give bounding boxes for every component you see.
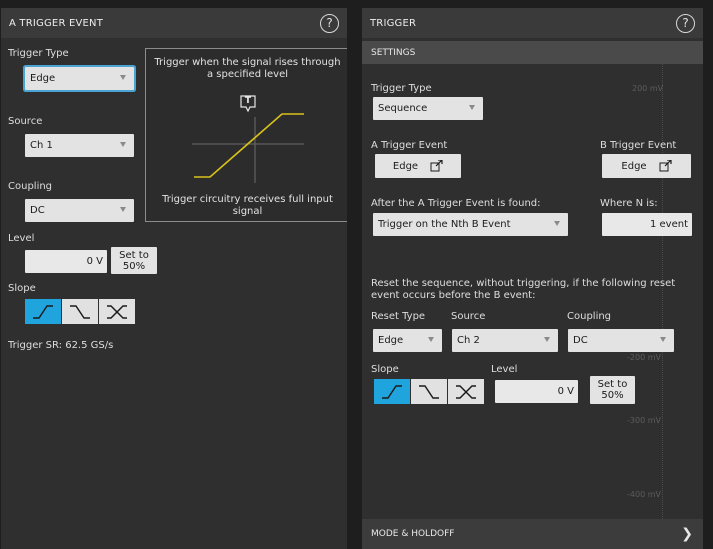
reset-source-label: Source [451, 311, 486, 322]
b-trigger-event-button[interactable]: Edge [602, 154, 691, 178]
panel-title: A TRIGGER EVENT [9, 17, 104, 29]
reset-type-value: Edge [378, 335, 404, 346]
a-trigger-event-value: Edge [392, 160, 419, 172]
mode-holdoff-section[interactable]: MODE & HOLDOFF ❯ [362, 519, 703, 549]
coupling-label: Coupling [8, 181, 53, 192]
level-label: Level [8, 233, 35, 244]
slope-selector [25, 299, 135, 324]
n-events-value: 1 event [649, 219, 688, 230]
falling-edge-icon[interactable] [62, 299, 98, 324]
help-icon[interactable]: ? [676, 13, 695, 33]
chevron-down-icon [660, 337, 666, 342]
source-label: Source [8, 116, 43, 127]
reset-type-label: Reset Type [371, 311, 426, 322]
chevron-down-icon [554, 221, 560, 226]
trigger-type-select[interactable]: Edge [25, 67, 134, 90]
rising-edge-icon[interactable] [25, 299, 61, 324]
trigger-type-select[interactable]: Sequence [373, 97, 483, 120]
reset-level-label: Level [491, 364, 518, 375]
level-value: 0 V [86, 256, 103, 267]
b-trigger-event-label: B Trigger Event [600, 140, 677, 151]
trigger-sample-rate: Trigger SR: 62.5 GS/s [8, 340, 114, 351]
reset-source-select[interactable]: Ch 2 [452, 329, 558, 352]
diagram-note: Trigger circuitry receives full input si… [162, 194, 333, 217]
rising-edge-icon[interactable] [374, 379, 410, 404]
b-event-condition-select[interactable]: Trigger on the Nth B Event [373, 213, 568, 236]
slope-label: Slope [8, 283, 36, 294]
scale-label: 200 mV [632, 84, 664, 93]
b-trigger-event-value: Edge [621, 160, 647, 172]
panel-header: A TRIGGER EVENT ? [1, 8, 347, 38]
chevron-right-icon: ❯ [681, 526, 693, 542]
a-trigger-event-button[interactable]: Edge [375, 154, 461, 178]
either-edge-icon[interactable] [99, 299, 135, 324]
settings-section-header[interactable]: SETTINGS [362, 41, 703, 64]
falling-edge-icon[interactable] [411, 379, 447, 404]
set-to-50-button[interactable]: Set to 50% [111, 247, 157, 274]
trigger-type-value: Sequence [378, 103, 428, 114]
panel-title: TRIGGER [370, 17, 417, 29]
open-external-icon [659, 160, 672, 172]
chevron-down-icon [469, 105, 475, 110]
trigger-type-label: Trigger Type [371, 83, 432, 94]
reset-coupling-label: Coupling [567, 311, 612, 322]
panel-header: TRIGGER ? [362, 8, 703, 38]
n-events-input[interactable]: 1 event [602, 213, 692, 236]
reset-source-value: Ch 2 [457, 335, 480, 346]
coupling-select[interactable]: DC [25, 199, 134, 222]
open-external-icon [430, 160, 443, 172]
scale-label: -300 mV [627, 416, 661, 425]
chevron-down-icon [428, 337, 434, 342]
mode-holdoff-label: MODE & HOLDOFF [371, 529, 455, 539]
b-event-condition-value: Trigger on the Nth B Event [378, 219, 511, 230]
trigger-marker-icon: T [240, 95, 256, 113]
help-icon[interactable]: ? [320, 13, 339, 33]
reset-level-input[interactable]: 0 V [495, 380, 578, 403]
trigger-type-value: Edge [30, 73, 56, 84]
reset-type-select[interactable]: Edge [373, 329, 442, 352]
reset-coupling-value: DC [573, 335, 588, 346]
scale-label: -200 mV [627, 353, 661, 362]
reset-level-value: 0 V [557, 386, 574, 397]
reset-coupling-select[interactable]: DC [568, 329, 674, 352]
chevron-down-icon [120, 207, 126, 212]
trigger-diagram: Trigger when the signal rises through a … [145, 48, 347, 222]
reset-set-to-50-button[interactable]: Set to 50% [590, 376, 635, 404]
either-edge-icon[interactable] [448, 379, 484, 404]
reset-slope-selector [374, 379, 484, 404]
a-trigger-event-label: A Trigger Event [371, 140, 448, 151]
scale-label: -400 mV [627, 490, 661, 499]
trigger-marker-label: T [244, 96, 252, 106]
where-n-label: Where N is: [600, 198, 658, 209]
source-value: Ch 1 [30, 140, 53, 151]
reset-slope-label: Slope [371, 364, 399, 375]
trigger-type-label: Trigger Type [8, 48, 69, 59]
after-a-event-label: After the A Trigger Event is found: [371, 198, 541, 209]
level-input[interactable]: 0 V [25, 250, 107, 273]
chevron-down-icon [120, 75, 126, 80]
chevron-down-icon [120, 142, 126, 147]
coupling-value: DC [30, 205, 45, 216]
a-trigger-event-panel: A TRIGGER EVENT ? Trigger Type Edge Sour… [1, 8, 347, 549]
chevron-down-icon [544, 337, 550, 342]
source-select[interactable]: Ch 1 [25, 134, 134, 157]
reset-description: Reset the sequence, without triggering, … [371, 278, 676, 301]
trigger-panel: TRIGGER ? SETTINGS 200 mV -200 mV -300 m… [362, 8, 703, 549]
